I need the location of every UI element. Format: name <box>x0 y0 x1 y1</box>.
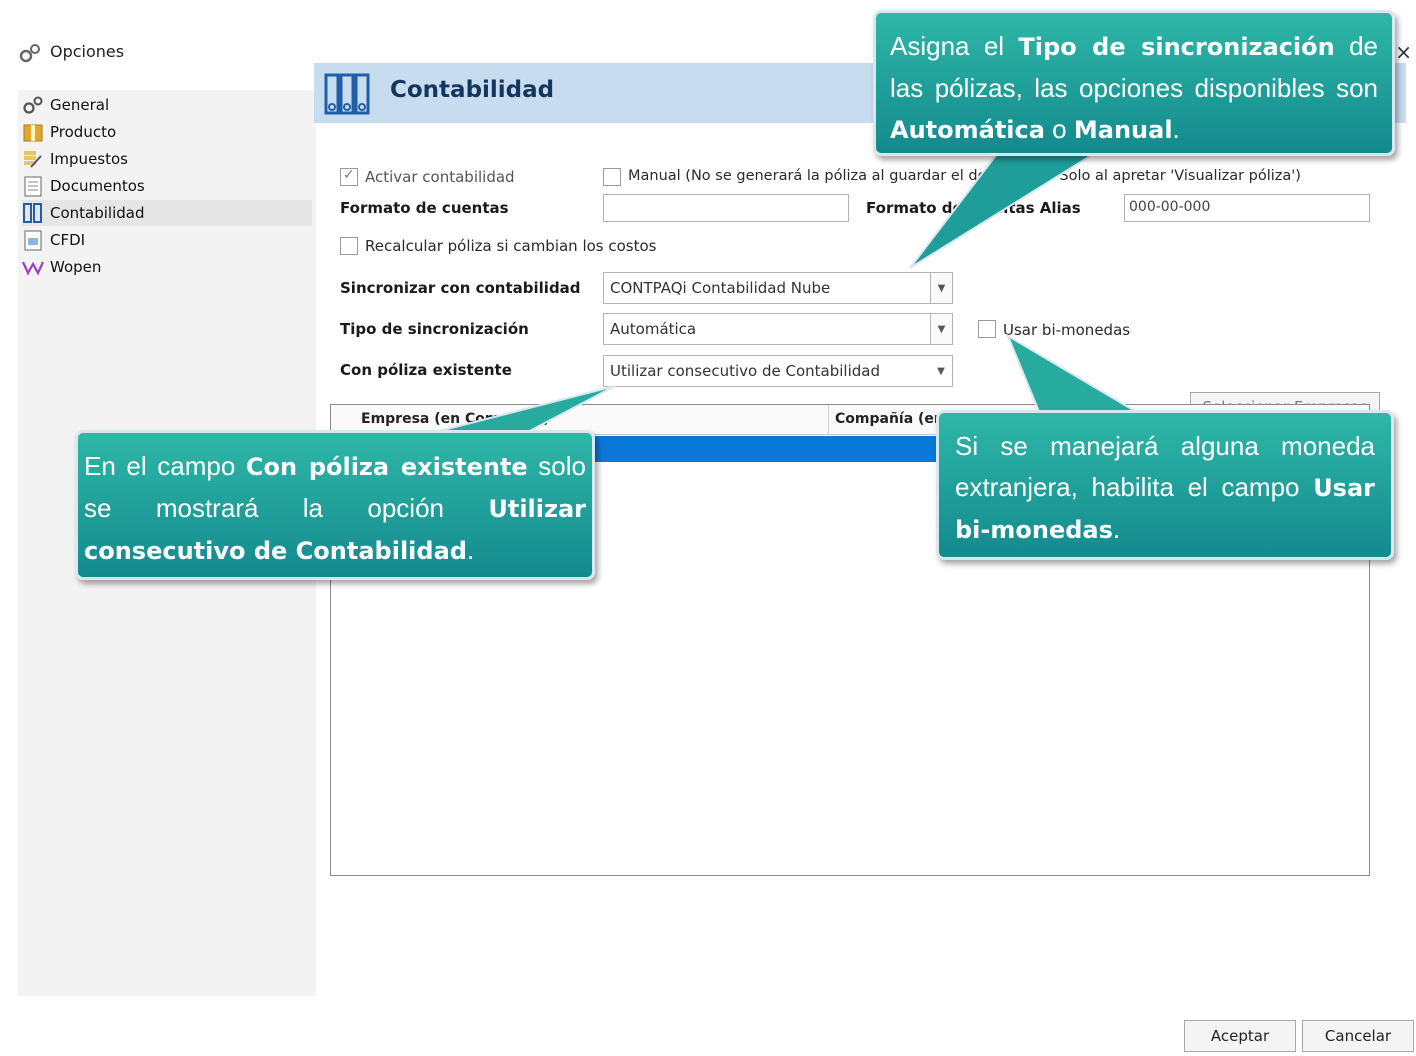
accounting-icon <box>324 73 370 115</box>
taxes-icon <box>24 151 42 168</box>
callout-text: Si se manejará alguna moneda extranjera,… <box>955 431 1375 502</box>
callout-text: En el campo <box>84 451 246 481</box>
callout-bimonedas: Si se manejará alguna moneda extranjera,… <box>936 410 1394 560</box>
sincronizar-value: CONTPAQi Contabilidad Nube <box>610 279 831 297</box>
gears-icon <box>19 44 40 63</box>
window-title: Opciones <box>50 42 125 61</box>
poliza-existente-dropdown[interactable]: Utilizar consecutivo de Contabilidad ▼ <box>603 355 953 387</box>
callout-bold: Tipo de sincronización <box>1018 33 1335 61</box>
callout-poliza-existente: En el campo Con póliza existente solo se… <box>75 430 595 580</box>
callout-text: . <box>1112 514 1121 544</box>
sidebar-item-documentos[interactable]: Documentos <box>22 173 312 199</box>
chevron-down-icon[interactable]: ▼ <box>930 273 952 303</box>
sidebar-item-label: Documentos <box>50 177 145 195</box>
manual-checkbox[interactable] <box>603 168 621 186</box>
poliza-existente-value: Utilizar consecutivo de Contabilidad <box>610 362 880 380</box>
sincronizar-dropdown[interactable]: CONTPAQi Contabilidad Nube ▼ <box>603 272 953 304</box>
sidebar-item-label: General <box>50 96 110 114</box>
callout-text: Asigna el <box>890 31 1019 61</box>
formato-alias-input[interactable]: 000-00-000 <box>1124 194 1370 222</box>
tipo-sincronizacion-value: Automática <box>610 320 697 338</box>
sidebar-item-label: Producto <box>50 123 117 141</box>
aceptar-button[interactable]: Aceptar <box>1184 1020 1296 1052</box>
close-button[interactable]: × <box>1395 40 1412 64</box>
sidebar-item-label: CFDI <box>50 231 86 249</box>
callout-text: o <box>1044 114 1074 144</box>
callout-bold: Manual <box>1073 116 1173 144</box>
sincronizar-label: Sincronizar con contabilidad <box>340 279 581 297</box>
sidebar-item-impuestos[interactable]: Impuestos <box>22 146 312 172</box>
gears-icon <box>23 96 43 114</box>
activar-contabilidad-label: Activar contabilidad <box>365 168 515 186</box>
recalcular-checkbox[interactable] <box>340 237 358 255</box>
accounting-icon <box>23 203 42 223</box>
wopen-icon <box>22 261 44 276</box>
formato-alias-label: Formato de cuentas Alias <box>866 199 1081 217</box>
sidebar-item-cfdi[interactable]: CFDI <box>22 227 312 253</box>
sidebar-item-general[interactable]: General <box>22 92 312 118</box>
callout-tipo-sincronizacion: Asigna el Tipo de sincronización de las … <box>873 10 1395 156</box>
cfdi-icon <box>24 230 42 251</box>
sidebar-item-producto[interactable]: Producto <box>22 119 312 145</box>
tipo-sincronizacion-label: Tipo de sincronización <box>340 320 529 338</box>
cancelar-button[interactable]: Cancelar <box>1302 1020 1414 1052</box>
sidebar-item-wopen[interactable]: Wopen <box>22 254 312 280</box>
page-title: Contabilidad <box>390 77 555 103</box>
poliza-existente-label: Con póliza existente <box>340 361 512 379</box>
callout-text: . <box>466 535 475 565</box>
activar-contabilidad-checkbox[interactable] <box>340 167 358 186</box>
callout-text: . <box>1172 114 1180 144</box>
sidebar-item-label: Contabilidad <box>50 204 145 222</box>
document-icon <box>24 176 42 197</box>
bimonedas-label: Usar bi-monedas <box>1003 321 1131 339</box>
callout-bold: Con póliza existente <box>245 453 528 481</box>
product-icon <box>23 124 43 142</box>
recalcular-label: Recalcular póliza si cambian los costos <box>365 237 657 255</box>
formato-cuentas-input[interactable] <box>603 194 849 222</box>
chevron-down-icon[interactable]: ▼ <box>930 356 952 386</box>
chevron-down-icon[interactable]: ▼ <box>930 314 952 344</box>
sidebar-item-label: Wopen <box>50 258 102 276</box>
manual-label: Manual (No se generará la póliza al guar… <box>628 168 1301 184</box>
formato-cuentas-label: Formato de cuentas <box>340 199 509 217</box>
tipo-sincronizacion-dropdown[interactable]: Automática ▼ <box>603 313 953 345</box>
sidebar-item-label: Impuestos <box>50 150 128 168</box>
callout-bold: Automática <box>890 116 1045 144</box>
bimonedas-checkbox[interactable] <box>978 320 996 338</box>
sidebar-item-contabilidad[interactable]: Contabilidad <box>22 200 312 226</box>
